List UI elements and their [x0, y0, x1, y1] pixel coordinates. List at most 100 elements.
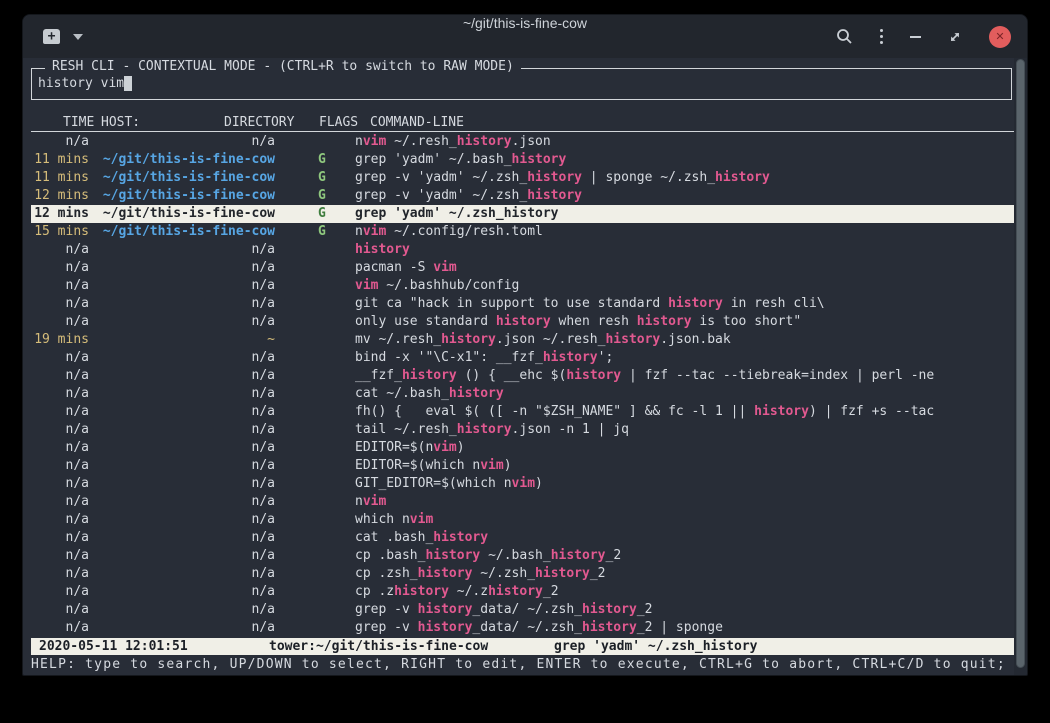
history-row[interactable]: n/an/awhich nvim — [31, 511, 1014, 529]
row-time: 11 mins — [31, 151, 89, 169]
search-button[interactable] — [836, 28, 853, 45]
row-command: mv ~/.resh_history.json ~/.resh_history.… — [355, 331, 1014, 349]
row-command: tail ~/.resh_history.json -n 1 | jq — [355, 421, 1014, 439]
row-time: n/a — [31, 475, 89, 493]
new-tab-button[interactable]: + — [43, 29, 60, 44]
close-icon: ✕ — [995, 31, 1004, 42]
scrollbar-thumb[interactable] — [1016, 59, 1025, 668]
row-directory: n/a — [93, 295, 275, 313]
row-time: n/a — [31, 349, 89, 367]
row-directory: n/a — [93, 259, 275, 277]
history-row[interactable]: n/an/acp .bash_history ~/.bash_history_2 — [31, 547, 1014, 565]
row-time: n/a — [31, 421, 89, 439]
row-time: n/a — [31, 493, 89, 511]
row-command: grep 'yadm' ~/.bash_history — [355, 151, 1014, 169]
row-command: cp .bash_history ~/.bash_history_2 — [355, 547, 1014, 565]
row-time: 19 mins — [31, 331, 89, 349]
history-row[interactable]: n/an/a bind -x '"\C-x1": __fzf_history'; — [31, 349, 1014, 367]
row-directory: n/a — [93, 421, 275, 439]
history-row[interactable]: n/an/acp .zsh_history ~/.zsh_history_2 — [31, 565, 1014, 583]
row-directory: n/a — [93, 565, 275, 583]
row-time: n/a — [31, 133, 89, 151]
row-directory: n/a — [93, 457, 275, 475]
history-row[interactable]: 12 mins~/git/this-is-fine-cowGgrep -v 'y… — [31, 187, 1014, 205]
history-row[interactable]: n/an/agit ca "hack in support to use sta… — [31, 295, 1014, 313]
row-directory: ~/git/this-is-fine-cow — [93, 151, 275, 169]
history-row[interactable]: n/an/aonly use standard history when res… — [31, 313, 1014, 331]
minimize-button[interactable] — [910, 36, 921, 38]
row-time: 11 mins — [31, 169, 89, 187]
row-directory: n/a — [93, 313, 275, 331]
history-row[interactable]: n/an/a tail ~/.resh_history.json -n 1 | j… — [31, 421, 1014, 439]
row-time: n/a — [31, 511, 89, 529]
history-row[interactable]: n/an/aGIT_EDITOR=$(which nvim) — [31, 475, 1014, 493]
history-row[interactable]: n/an/acp .zhistory ~/.zhistory_2 — [31, 583, 1014, 601]
row-time: n/a — [31, 403, 89, 421]
row-directory: ~/git/this-is-fine-cow — [93, 205, 275, 223]
row-command: bind -x '"\C-x1": __fzf_history'; — [355, 349, 1014, 367]
search-input[interactable]: RESH CLI - CONTEXTUAL MODE - (CTRL+R to … — [31, 68, 1012, 100]
row-directory: n/a — [93, 529, 275, 547]
close-button[interactable]: ✕ — [989, 26, 1011, 48]
history-row[interactable]: n/an/a__fzf_history () { __ehc $(history… — [31, 367, 1014, 385]
menu-button[interactable] — [880, 29, 883, 44]
titlebar: ~/git/this-is-fine-cow + — [23, 15, 1027, 58]
row-command: cat ~/.bash_history — [355, 385, 1014, 403]
history-row[interactable]: n/an/ahistory — [31, 241, 1014, 259]
row-directory: n/a — [93, 601, 275, 619]
history-rows: n/an/anvim ~/.resh_history.json11 mins~/… — [31, 133, 1014, 637]
row-flags: G — [318, 223, 326, 241]
row-directory: n/a — [93, 583, 275, 601]
restore-button[interactable] — [948, 30, 962, 44]
history-row[interactable]: n/an/agrep -v history_data/ ~/.zsh_histo… — [31, 619, 1014, 637]
history-row[interactable]: n/an/a nvim — [31, 493, 1014, 511]
row-directory: n/a — [93, 385, 275, 403]
row-command: grep -v 'yadm' ~/.zsh_history | sponge ~… — [355, 169, 1014, 187]
row-command: grep -v history_data/ ~/.zsh_history_2 — [355, 601, 1014, 619]
row-time: n/a — [31, 439, 89, 457]
history-row[interactable]: n/an/aEDITOR=$(which nvim) — [31, 457, 1014, 475]
history-row[interactable]: 11 mins~/git/this-is-fine-cowGgrep -v 'y… — [31, 169, 1014, 187]
tab-menu-caret-icon[interactable] — [73, 34, 83, 40]
row-directory: n/a — [93, 493, 275, 511]
row-directory: ~ — [93, 331, 275, 349]
history-row[interactable]: 11 mins~/git/this-is-fine-cowGgrep 'yadm… — [31, 151, 1014, 169]
history-row[interactable]: n/an/a cat ~/.bash_history — [31, 385, 1014, 403]
row-command: which nvim — [355, 511, 1014, 529]
history-row[interactable]: n/an/afh() { eval $( ([ -n "$ZSH_NAME" ]… — [31, 403, 1014, 421]
history-row[interactable]: n/an/avim ~/.bashhub/config — [31, 277, 1014, 295]
history-row[interactable]: n/an/aEDITOR=$(nvim) — [31, 439, 1014, 457]
row-time: n/a — [31, 295, 89, 313]
row-command: cp .zsh_history ~/.zsh_history_2 — [355, 565, 1014, 583]
search-icon — [836, 28, 853, 45]
col-header-host: HOST: — [101, 114, 140, 132]
search-panel-legend: RESH CLI - CONTEXTUAL MODE - (CTRL+R to … — [45, 59, 521, 74]
row-directory: n/a — [93, 349, 275, 367]
row-time: n/a — [31, 241, 89, 259]
row-flags: G — [318, 187, 326, 205]
row-flags: G — [318, 169, 326, 187]
history-row[interactable]: n/an/agrep -v history_data/ ~/.zsh_histo… — [31, 601, 1014, 619]
restore-icon — [948, 30, 962, 44]
row-directory: n/a — [93, 547, 275, 565]
minimize-icon — [910, 36, 921, 38]
history-row[interactable]: 19 mins~ mv ~/.resh_history.json ~/.resh_… — [31, 331, 1014, 349]
row-command: nvim — [355, 493, 1014, 511]
status-command: grep 'yadm' ~/.zsh_history — [554, 638, 758, 655]
history-row[interactable]: n/an/anvim ~/.resh_history.json — [31, 133, 1014, 151]
history-row[interactable]: 15 mins~/git/this-is-fine-cowGnvim ~/.co… — [31, 223, 1014, 241]
status-host-dir: tower:~/git/this-is-fine-cow — [269, 638, 488, 655]
row-directory: n/a — [93, 439, 275, 457]
status-timestamp: 2020-05-11 12:01:51 — [39, 638, 188, 655]
history-row-selected[interactable]: 12 mins~/git/this-is-fine-cowGgrep 'yadm… — [31, 205, 1014, 223]
row-time: n/a — [31, 529, 89, 547]
row-time: 15 mins — [31, 223, 89, 241]
row-command: history — [355, 241, 1014, 259]
history-row[interactable]: n/an/apacman -S vim — [31, 259, 1014, 277]
history-row[interactable]: n/an/acat .bash_history — [31, 529, 1014, 547]
col-header-flags: FLAGS — [319, 114, 358, 132]
row-command: nvim ~/.config/resh.toml — [355, 223, 1014, 241]
row-directory: n/a — [93, 475, 275, 493]
row-time: n/a — [31, 385, 89, 403]
help-bar: HELP: type to search, UP/DOWN to select,… — [31, 656, 1006, 674]
